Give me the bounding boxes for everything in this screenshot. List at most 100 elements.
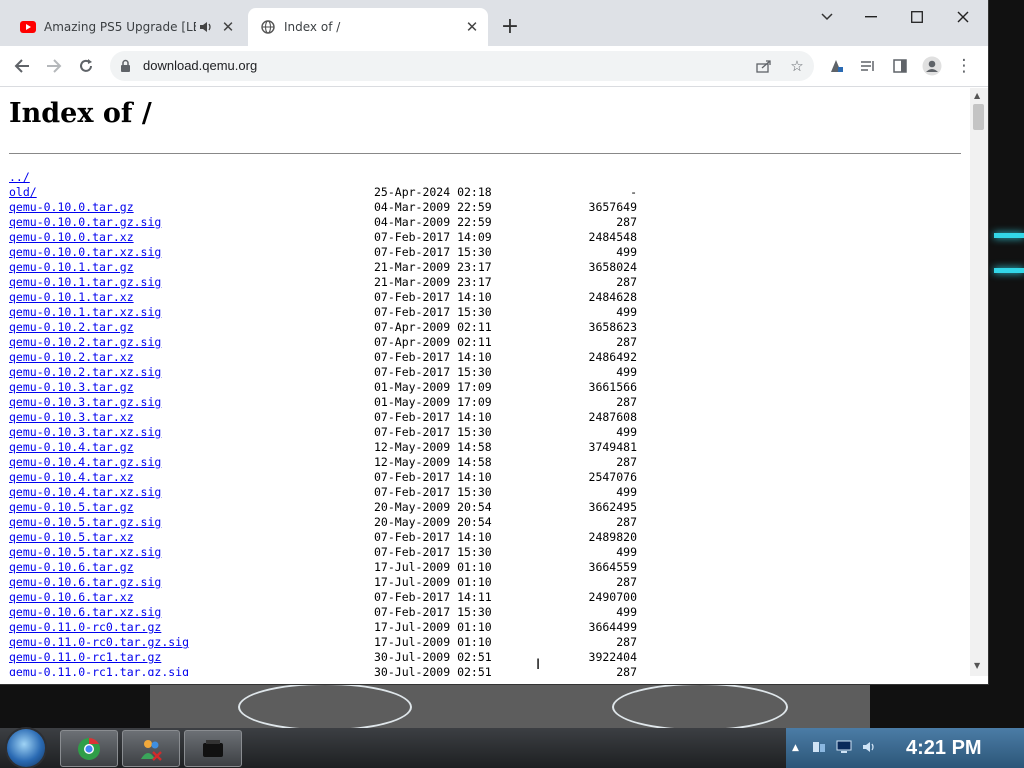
close-icon[interactable]: ✕ [462,17,482,37]
taskbar-clock[interactable]: 4:21 PM [906,737,982,760]
file-size: 3661566 [588,380,637,394]
file-size: 499 [616,305,637,319]
close-icon[interactable]: ✕ [218,17,238,37]
file-size: 3922404 [588,650,637,664]
file-link[interactable]: qemu-0.10.0.tar.xz.sig [9,245,161,260]
media-controls-icon[interactable] [854,52,882,80]
file-link[interactable]: qemu-0.10.5.tar.gz.sig [9,515,161,530]
file-date: 01-May-2009 17:09 [374,395,492,409]
file-size: 3657649 [588,200,637,214]
file-link[interactable]: qemu-0.10.1.tar.gz [9,260,134,275]
taskbar-item-terminal[interactable] [184,730,242,767]
file-link[interactable]: qemu-0.10.1.tar.xz [9,290,134,305]
taskbar-item-chrome[interactable] [60,730,118,767]
file-size: 287 [616,455,637,469]
file-link[interactable]: qemu-0.10.2.tar.gz [9,320,134,335]
file-link[interactable]: qemu-0.10.3.tar.gz.sig [9,395,161,410]
file-date: 20-May-2009 20:54 [374,515,492,529]
forward-button[interactable] [40,52,68,80]
file-link[interactable]: qemu-0.11.0-rc0.tar.gz [9,620,161,635]
scroll-up-icon[interactable]: ▲ [974,91,980,100]
tab-strip: Amazing PS5 Upgrade [LE ✕ Index of / ✕ + [0,0,988,46]
tab-search-icon[interactable] [804,0,850,34]
file-size: 2486492 [588,350,637,364]
start-button[interactable] [7,729,45,767]
file-link[interactable]: qemu-0.10.4.tar.xz [9,470,134,485]
file-link[interactable]: qemu-0.11.0-rc0.tar.gz.sig [9,635,189,650]
file-link[interactable]: qemu-0.10.0.tar.gz.sig [9,215,161,230]
file-date: 07-Feb-2017 14:10 [374,530,492,544]
file-link[interactable]: qemu-0.11.0-rc1.tar.gz.sig [9,665,189,676]
reload-button[interactable] [72,52,100,80]
file-link[interactable]: qemu-0.10.3.tar.gz [9,380,134,395]
scroll-down-icon[interactable]: ▼ [974,661,980,670]
file-date: 17-Jul-2009 01:10 [374,560,492,574]
file-link[interactable]: qemu-0.10.5.tar.xz.sig [9,545,161,560]
side-panel-icon[interactable] [886,52,914,80]
file-link[interactable]: qemu-0.10.0.tar.gz [9,200,134,215]
file-date: 07-Feb-2017 14:10 [374,410,492,424]
close-window-button[interactable] [940,0,986,34]
extension-icon[interactable] [822,52,850,80]
bookmark-star-icon[interactable]: ☆ [787,56,807,76]
url-text[interactable]: download.qemu.org [143,58,257,73]
file-link[interactable]: qemu-0.10.5.tar.xz [9,530,134,545]
file-link[interactable]: qemu-0.10.3.tar.xz [9,410,134,425]
file-date: 30-Jul-2009 02:51 [374,650,492,664]
file-date: 04-Mar-2009 22:59 [374,215,492,229]
lock-icon[interactable] [120,58,131,77]
file-size: 2547076 [588,470,637,484]
file-link[interactable]: qemu-0.10.3.tar.xz.sig [9,425,161,440]
display-icon[interactable] [836,740,852,758]
show-hidden-icon[interactable]: ▲ [792,743,799,753]
file-link[interactable]: qemu-0.10.2.tar.gz.sig [9,335,161,350]
menu-icon[interactable]: ⋮ [950,52,978,80]
taskbar-item-messenger[interactable] [122,730,180,767]
file-size: 2489820 [588,530,637,544]
file-size: 499 [616,545,637,559]
file-size: 3664499 [588,620,637,634]
file-link[interactable]: old/ [9,185,37,200]
new-tab-button[interactable]: + [498,16,522,40]
share-icon[interactable] [754,56,774,76]
profile-avatar-icon[interactable] [918,52,946,80]
file-link[interactable]: qemu-0.10.2.tar.xz.sig [9,365,161,380]
file-link[interactable]: qemu-0.10.0.tar.xz [9,230,134,245]
file-link[interactable]: qemu-0.11.0-rc1.tar.gz [9,650,161,665]
file-size: 499 [616,425,637,439]
network-icon[interactable] [812,740,826,758]
minimize-button[interactable] [848,0,894,34]
tab-youtube[interactable]: Amazing PS5 Upgrade [LE ✕ [8,8,244,46]
speaker-icon[interactable] [196,17,216,37]
file-date: 07-Feb-2017 15:30 [374,305,492,319]
maximize-button[interactable] [894,0,940,34]
file-size: 287 [616,215,637,229]
file-link[interactable]: qemu-0.10.1.tar.gz.sig [9,275,161,290]
file-link[interactable]: qemu-0.10.5.tar.gz [9,500,134,515]
vertical-scrollbar[interactable]: ▲ ▼ [970,88,988,676]
back-button[interactable] [8,52,36,80]
file-link[interactable]: qemu-0.10.6.tar.gz.sig [9,575,161,590]
file-link[interactable]: qemu-0.10.4.tar.gz [9,440,134,455]
scrollbar-thumb[interactable] [973,104,984,130]
address-bar[interactable]: download.qemu.org ☆ [110,51,814,81]
file-link[interactable]: qemu-0.10.4.tar.gz.sig [9,455,161,470]
file-link[interactable]: qemu-0.10.2.tar.xz [9,350,134,365]
tab-index[interactable]: Index of / ✕ [248,8,488,46]
file-date: 20-May-2009 20:54 [374,500,492,514]
file-link[interactable]: qemu-0.10.4.tar.xz.sig [9,485,161,500]
terminal-icon [203,740,223,757]
tab-title: Index of / [284,20,341,34]
file-link[interactable]: qemu-0.10.1.tar.xz.sig [9,305,161,320]
browser-window: Amazing PS5 Upgrade [LE ✕ Index of / ✕ + [0,0,988,684]
file-size: 287 [616,665,637,676]
file-date: 07-Feb-2017 14:10 [374,350,492,364]
volume-icon[interactable] [862,740,876,758]
file-link[interactable]: qemu-0.10.6.tar.xz.sig [9,605,161,620]
taskbar: ▲ 4:21 PM [0,728,1024,768]
file-date: 04-Mar-2009 22:59 [374,200,492,214]
file-link[interactable]: qemu-0.10.6.tar.gz [9,560,134,575]
file-link[interactable]: qemu-0.10.6.tar.xz [9,590,134,605]
file-link[interactable]: ../ [9,170,30,185]
page-title: Index of / [9,98,152,129]
